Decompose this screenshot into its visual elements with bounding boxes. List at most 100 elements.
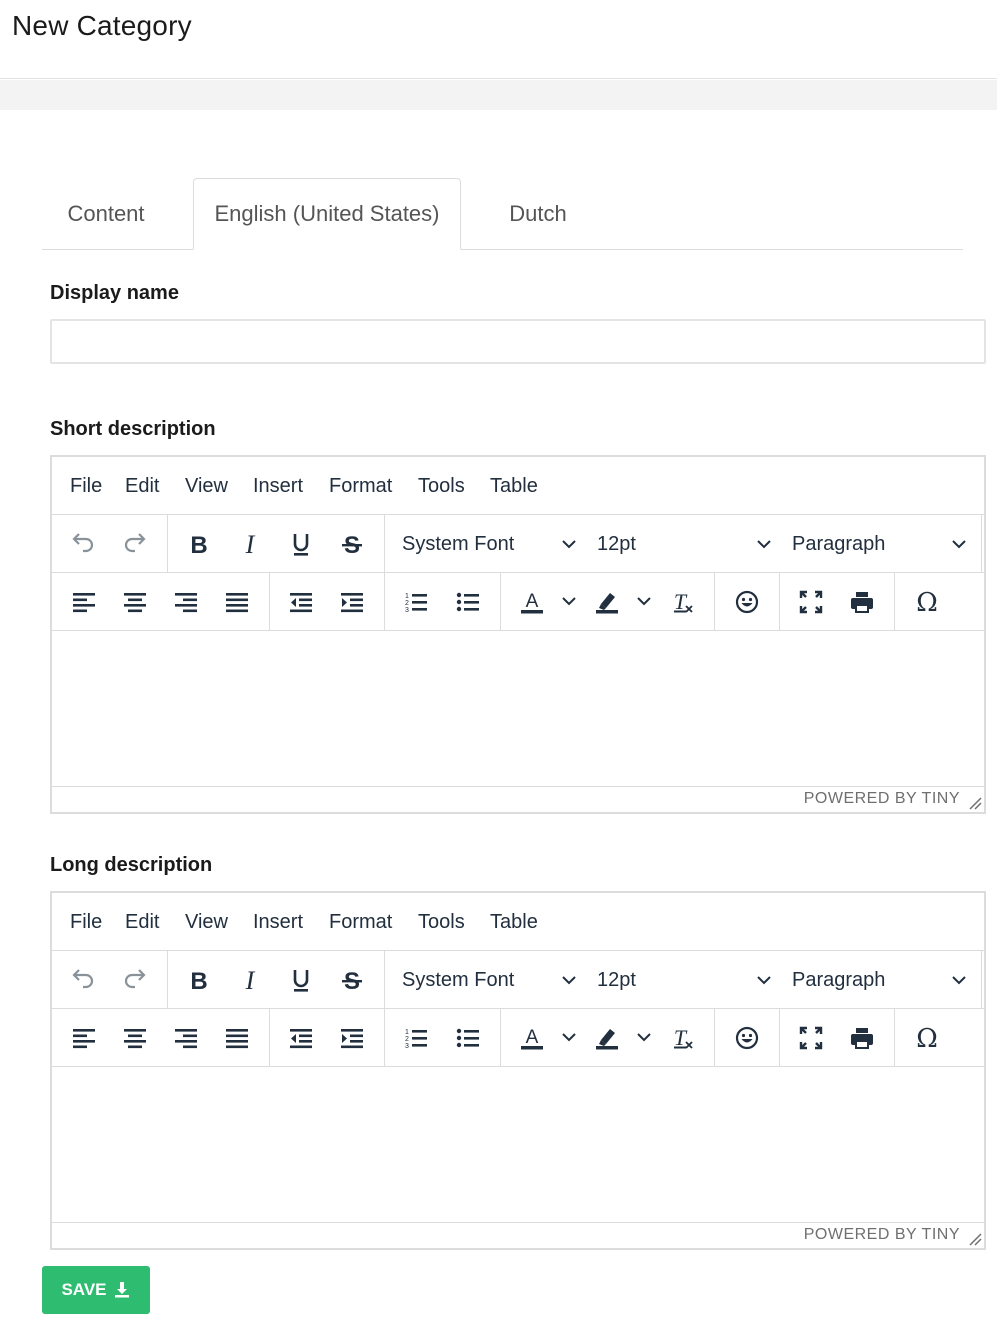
outdent-button[interactable] (284, 1021, 318, 1055)
tab-dutch[interactable]: Dutch (474, 178, 602, 250)
font-family-select[interactable]: System Font (402, 515, 579, 573)
highlight-button[interactable] (590, 585, 624, 619)
powered-by-tiny-link[interactable]: POWERED BY TINY (804, 1226, 960, 1244)
undo-button[interactable] (66, 963, 100, 997)
menu-item[interactable]: View (185, 911, 228, 934)
print-button[interactable] (845, 585, 879, 619)
emoji-button[interactable] (730, 585, 764, 619)
toolbar-separator (894, 1009, 895, 1067)
text-color-button[interactable]: A (515, 585, 549, 619)
editor-content-area[interactable] (52, 1068, 984, 1223)
align-right-button[interactable] (169, 1021, 203, 1055)
numbered-list-button[interactable]: 123 (399, 585, 433, 619)
emoji-icon (735, 590, 759, 614)
bold-icon: B (190, 532, 207, 558)
fullscreen-button[interactable] (794, 585, 828, 619)
indent-button[interactable] (335, 585, 369, 619)
bullet-list-button[interactable] (451, 1021, 485, 1055)
chevron-down-icon[interactable] (559, 1027, 579, 1047)
italic-button[interactable]: I (233, 527, 267, 561)
text-color-button[interactable]: A (515, 1021, 549, 1055)
menu-item[interactable]: Tools (418, 475, 465, 498)
redo-button[interactable] (118, 963, 152, 997)
editor-content-area[interactable] (52, 632, 984, 787)
align-center-button[interactable] (118, 1021, 152, 1055)
chevron-down-icon[interactable] (634, 1027, 654, 1047)
highlight-icon (596, 593, 618, 614)
save-button[interactable]: SAVE (42, 1266, 150, 1314)
outdent-button[interactable] (284, 585, 318, 619)
svg-text:T: T (674, 1025, 688, 1050)
italic-button[interactable]: I (233, 963, 267, 997)
special-char-button[interactable]: Ω (910, 1021, 944, 1055)
menu-item[interactable]: File (70, 475, 102, 498)
print-button[interactable] (845, 1021, 879, 1055)
chevron-down-icon[interactable] (559, 591, 579, 611)
menu-item[interactable]: Table (490, 911, 538, 934)
menu-item[interactable]: Edit (125, 475, 159, 498)
emoji-button[interactable] (730, 1021, 764, 1055)
indent-button[interactable] (335, 1021, 369, 1055)
align-left-button[interactable] (67, 585, 101, 619)
text-color-icon: A (521, 1027, 543, 1050)
menu-item[interactable]: Format (329, 911, 392, 934)
strikethrough-icon: S (342, 968, 362, 994)
clear-format-button[interactable]: T (665, 585, 699, 619)
chevron-down-icon[interactable] (634, 591, 654, 611)
align-center-button[interactable] (118, 585, 152, 619)
block-format-select[interactable]: Paragraph (792, 515, 969, 573)
align-justify-button[interactable] (220, 1021, 254, 1055)
align-right-icon (175, 593, 197, 613)
align-justify-button[interactable] (220, 585, 254, 619)
display-name-input[interactable] (50, 319, 986, 364)
align-left-button[interactable] (67, 1021, 101, 1055)
menu-item[interactable]: View (185, 475, 228, 498)
indent-icon (341, 1029, 363, 1049)
svg-text:A: A (526, 591, 539, 612)
menu-item[interactable]: Tools (418, 911, 465, 934)
tab-content[interactable]: Content (42, 178, 170, 250)
highlight-button[interactable] (590, 1021, 624, 1055)
font-size-select[interactable]: 12pt (597, 951, 774, 1009)
numbered-list-icon: 123 (405, 593, 427, 614)
menu-item[interactable]: Insert (253, 475, 303, 498)
bullet-list-button[interactable] (451, 585, 485, 619)
resize-handle-icon[interactable] (968, 1232, 982, 1246)
block-format-select[interactable]: Paragraph (792, 951, 969, 1009)
header-divider-band (0, 80, 997, 110)
underline-button[interactable] (284, 963, 318, 997)
redo-button[interactable] (118, 527, 152, 561)
numbered-list-button[interactable]: 123 (399, 1021, 433, 1055)
menu-item[interactable]: Edit (125, 911, 159, 934)
font-size-select[interactable]: 12pt (597, 515, 774, 573)
toolbar-separator (167, 515, 168, 573)
fullscreen-button[interactable] (794, 1021, 828, 1055)
bold-button[interactable]: B (182, 963, 216, 997)
resize-handle-icon[interactable] (968, 796, 982, 810)
font-family-select[interactable]: System Font (402, 951, 579, 1009)
underline-button[interactable] (284, 527, 318, 561)
special-char-icon: Ω (916, 1024, 938, 1052)
strikethrough-button[interactable]: S (335, 527, 369, 561)
align-right-button[interactable] (169, 585, 203, 619)
special-char-button[interactable]: Ω (910, 585, 944, 619)
powered-by-tiny-link[interactable]: POWERED BY TINY (804, 790, 960, 808)
svg-text:Ω: Ω (916, 1024, 938, 1052)
undo-button[interactable] (66, 527, 100, 561)
bold-button[interactable]: B (182, 527, 216, 561)
svg-text:Ω: Ω (916, 588, 938, 616)
align-justify-icon (226, 593, 248, 613)
svg-text:1: 1 (405, 1029, 409, 1036)
align-center-icon (124, 1029, 146, 1049)
undo-icon (72, 969, 94, 989)
menu-item[interactable]: Table (490, 475, 538, 498)
menu-item[interactable]: Format (329, 475, 392, 498)
menu-item[interactable]: File (70, 911, 102, 934)
clear-format-button[interactable]: T (665, 1021, 699, 1055)
tab-english-united-states[interactable]: English (United States) (193, 178, 461, 250)
strikethrough-button[interactable]: S (335, 963, 369, 997)
svg-text:I: I (245, 530, 256, 558)
redo-icon (124, 969, 146, 989)
menu-item[interactable]: Insert (253, 911, 303, 934)
print-icon (851, 592, 873, 613)
